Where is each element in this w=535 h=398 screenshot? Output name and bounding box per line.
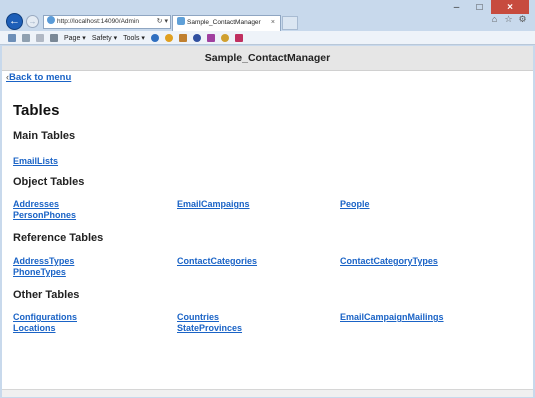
link-addresses[interactable]: Addresses bbox=[13, 199, 59, 209]
addon-sun-icon[interactable] bbox=[164, 33, 173, 42]
link-countries[interactable]: Countries bbox=[177, 312, 219, 322]
back-to-menu-link[interactable]: ‹Back to menu bbox=[6, 72, 71, 83]
print-icon[interactable] bbox=[50, 33, 58, 42]
addon-puzzle-icon[interactable] bbox=[206, 33, 215, 42]
address-bar[interactable]: http://localhost:14090/Admin ↻ ▾ bbox=[43, 15, 171, 29]
forward-arrow-icon[interactable]: → bbox=[26, 15, 39, 28]
section-title-main: Main Tables bbox=[13, 130, 76, 142]
link-people[interactable]: People bbox=[340, 199, 370, 209]
close-window-button[interactable]: × bbox=[491, 0, 529, 14]
page-content: ‹Back to menu Tables Main Tables EmailLi… bbox=[2, 70, 533, 389]
back-to-menu-label: Back to menu bbox=[9, 72, 72, 83]
section-title-other: Other Tables bbox=[13, 289, 80, 301]
addon-flag-icon[interactable] bbox=[234, 33, 243, 42]
link-stateprovinces[interactable]: StateProvinces bbox=[177, 323, 242, 333]
addon-wrench-icon[interactable] bbox=[178, 33, 187, 42]
link-addresstypes[interactable]: AddressTypes bbox=[13, 256, 74, 266]
mail-icon[interactable] bbox=[36, 33, 44, 42]
tab-title: Sample_ContactManager bbox=[187, 19, 261, 26]
section-title-reference: Reference Tables bbox=[13, 232, 104, 244]
maximize-button[interactable]: □ bbox=[468, 0, 491, 14]
tab-close-icon[interactable]: × bbox=[271, 16, 275, 30]
link-emailcampaignmailings[interactable]: EmailCampaignMailings bbox=[340, 312, 444, 322]
tools-menu[interactable]: Tools ▾ bbox=[123, 34, 145, 42]
minimize-button[interactable]: – bbox=[445, 0, 468, 14]
window-caption-buttons: – □ × bbox=[445, 0, 529, 14]
navigation-row: ← → http://localhost:14090/Admin ↻ ▾ Sam… bbox=[0, 13, 535, 31]
page-menu[interactable]: Page ▾ bbox=[64, 34, 86, 42]
link-contactcategorytypes[interactable]: ContactCategoryTypes bbox=[340, 256, 438, 266]
link-personphones[interactable]: PersonPhones bbox=[13, 210, 76, 220]
link-emailcampaigns[interactable]: EmailCampaigns bbox=[177, 199, 250, 209]
back-arrow-icon[interactable]: ← bbox=[6, 13, 23, 30]
link-locations[interactable]: Locations bbox=[13, 323, 56, 333]
link-emaillists[interactable]: EmailLists bbox=[13, 156, 58, 166]
help-icon[interactable] bbox=[150, 33, 159, 42]
link-configurations[interactable]: Configurations bbox=[13, 312, 77, 322]
new-tab-button[interactable] bbox=[282, 16, 298, 30]
page-favicon-icon bbox=[47, 16, 55, 24]
page-viewport: Sample_ContactManager ‹Back to menu Tabl… bbox=[2, 46, 533, 389]
page-header-title: Sample_ContactManager bbox=[2, 46, 533, 71]
favorites-star-icon[interactable]: ☆ bbox=[504, 15, 513, 24]
home-icon[interactable]: ⌂ bbox=[490, 15, 499, 24]
link-phonetypes[interactable]: PhoneTypes bbox=[13, 267, 66, 277]
tab-favicon-icon bbox=[177, 17, 185, 25]
browser-right-icons: ⌂ ☆ ⚙ bbox=[490, 15, 527, 24]
section-title-object: Object Tables bbox=[13, 176, 85, 188]
settings-gear-icon[interactable]: ⚙ bbox=[518, 15, 527, 24]
address-text: http://localhost:14090/Admin bbox=[57, 18, 140, 25]
addon-gear-icon[interactable] bbox=[220, 33, 229, 42]
browser-tab[interactable]: Sample_ContactManager × bbox=[172, 15, 281, 31]
address-search-refresh-icons[interactable]: ↻ ▾ bbox=[157, 16, 168, 28]
command-bar: Page ▾ Safety ▾ Tools ▾ bbox=[0, 31, 535, 45]
feeds-icon[interactable] bbox=[22, 33, 30, 42]
link-contactcategories[interactable]: ContactCategories bbox=[177, 256, 257, 266]
browser-window: – □ × ← → http://localhost:14090/Admin ↻… bbox=[0, 0, 535, 398]
home-page-icon[interactable] bbox=[8, 33, 16, 42]
page-heading: Tables bbox=[13, 102, 60, 119]
addon-globe-icon[interactable] bbox=[192, 33, 201, 42]
status-bar bbox=[2, 389, 533, 397]
safety-menu[interactable]: Safety ▾ bbox=[92, 34, 117, 42]
